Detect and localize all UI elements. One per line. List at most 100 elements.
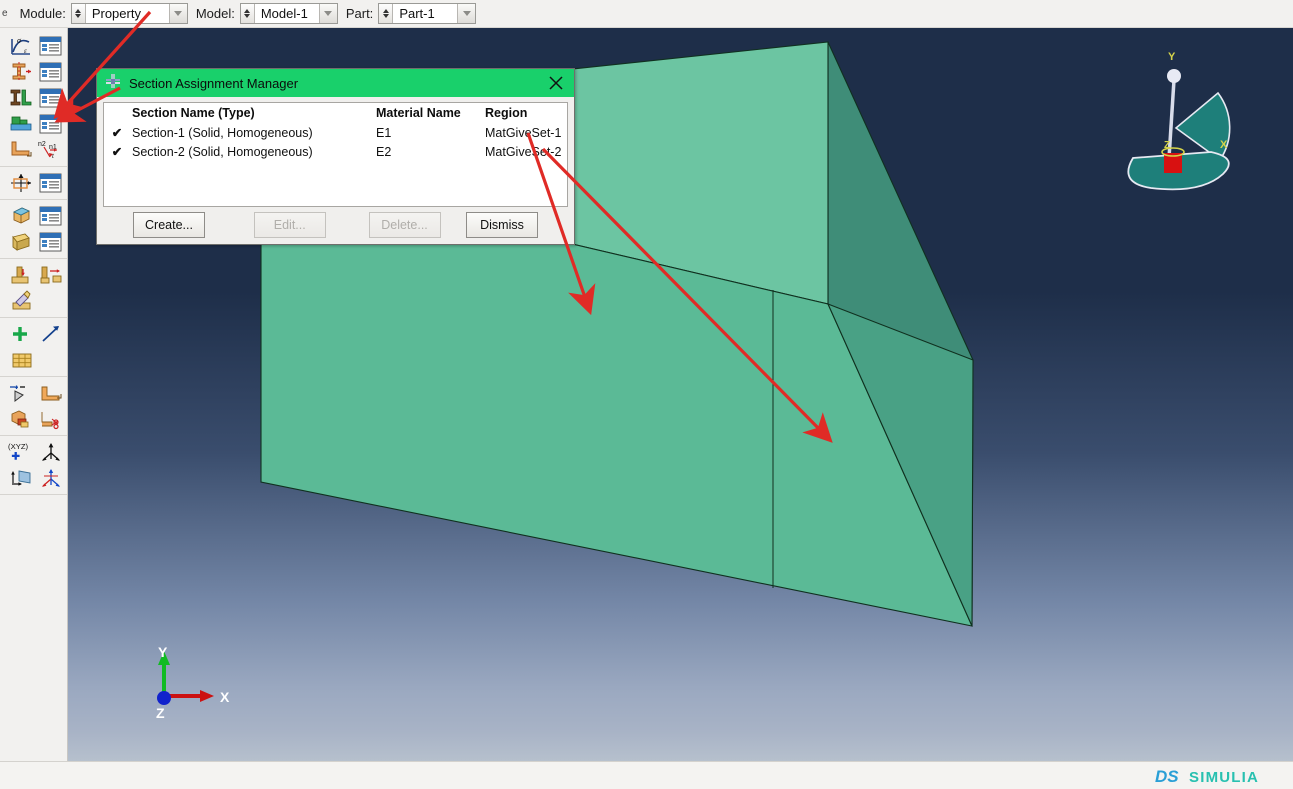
toolbox-group-material: σ ε n2 n1 t: [0, 30, 67, 167]
row-region[interactable]: MatGiveSet-1: [483, 123, 567, 142]
triad-label-z: Z: [156, 705, 165, 721]
toolbox-group-composite: [0, 167, 67, 200]
toolbox-group-inertia: [0, 259, 67, 318]
toolbox-group-datum: (XYZ): [0, 436, 67, 495]
chevron-down-icon[interactable]: [168, 4, 187, 23]
close-icon[interactable]: [547, 74, 565, 92]
header-check: [104, 103, 130, 123]
toolbox-row: [0, 111, 67, 137]
repair-geometry-icon[interactable]: [38, 407, 65, 432]
section-assignment-table: Section Name (Type) Material Name Region…: [104, 103, 567, 161]
table-row[interactable]: ✔ Section-2 (Solid, Homogeneous) E2 MatG…: [104, 142, 567, 161]
create-datum-point-xyz-icon[interactable]: (XYZ): [8, 440, 35, 465]
model-spinner[interactable]: [240, 4, 255, 23]
model-combobox[interactable]: Model-1: [239, 3, 338, 24]
create-material-icon[interactable]: σ ε: [8, 34, 35, 59]
table-row[interactable]: ✔ Section-1 (Solid, Homogeneous) E1 MatG…: [104, 123, 567, 142]
toolbox-row: [0, 465, 67, 491]
row-section-name[interactable]: Section-1 (Solid, Homogeneous): [130, 123, 374, 142]
widget-label-x: X: [1220, 139, 1228, 151]
section-manager-icon[interactable]: [38, 60, 65, 85]
row-region[interactable]: MatGiveSet-2: [483, 142, 567, 161]
model-selector-group: Model: Model-1: [196, 3, 338, 24]
header-section-name[interactable]: Section Name (Type): [130, 103, 374, 123]
part-spinner[interactable]: [379, 4, 394, 23]
view-orientation-widget: Y X Z: [1127, 51, 1231, 191]
part-value[interactable]: Part-1: [393, 4, 458, 23]
abaqus-dialog-icon: [105, 73, 121, 94]
header-material-name[interactable]: Material Name: [374, 103, 483, 123]
part-selector-group: Part: Part-1: [346, 3, 477, 24]
chevron-down-icon[interactable]: [318, 4, 337, 23]
toolbox-group-special: [0, 318, 67, 377]
toolbox-group-query: [0, 377, 67, 436]
query-information-icon[interactable]: [8, 381, 35, 406]
create-datum-plane-icon[interactable]: [8, 466, 35, 491]
svg-text:t: t: [52, 152, 55, 160]
toolbox-row: [0, 262, 67, 288]
widget-label-z: Z: [1164, 140, 1170, 151]
row-check-icon[interactable]: ✔: [104, 123, 130, 142]
toolbox-row: [0, 288, 67, 314]
composite-layup-manager-icon[interactable]: [38, 171, 65, 196]
toolbox-row: n2 n1 t: [0, 137, 67, 163]
section-assignment-list[interactable]: Section Name (Type) Material Name Region…: [103, 102, 568, 207]
module-spinner[interactable]: [71, 4, 86, 23]
create-button[interactable]: Create...: [133, 212, 205, 238]
chevron-down-icon[interactable]: [457, 4, 476, 23]
module-selector-group: Module: Property: [20, 3, 188, 24]
assign-normal-tangent-icon[interactable]: n2 n1 t: [38, 138, 65, 163]
toolbox-row: [0, 203, 67, 229]
context-bar: e Module: Property Model: Model-1 Part: …: [0, 0, 1293, 28]
create-skin-icon[interactable]: [8, 204, 35, 229]
toolbox-row: [0, 380, 67, 406]
toolbox-group-skin: [0, 200, 67, 259]
module-value[interactable]: Property: [85, 4, 169, 23]
part-combobox[interactable]: Part-1: [378, 3, 477, 24]
material-manager-icon[interactable]: [38, 34, 65, 59]
dialog-title: Section Assignment Manager: [129, 75, 299, 91]
edit-inertia-icon[interactable]: [8, 289, 35, 314]
triad-label-y: Y: [158, 644, 168, 660]
section-assignment-manager-icon[interactable]: [38, 86, 65, 111]
model-value[interactable]: Model-1: [254, 4, 319, 23]
row-material-name[interactable]: E2: [374, 142, 483, 161]
svg-text:ε: ε: [24, 47, 27, 55]
assign-element-type-icon[interactable]: [8, 407, 35, 432]
create-stringer-icon[interactable]: [8, 230, 35, 255]
assign-midsurface-icon[interactable]: [38, 381, 65, 406]
header-region[interactable]: Region: [483, 103, 567, 123]
assign-beam-orientation-icon[interactable]: [8, 138, 35, 163]
row-section-name[interactable]: Section-2 (Solid, Homogeneous): [130, 142, 374, 161]
create-datum-axis-icon[interactable]: [38, 322, 65, 347]
table-header-row: Section Name (Type) Material Name Region: [104, 103, 567, 123]
triad-label-x: X: [220, 689, 230, 705]
create-datum-csys-icon[interactable]: [38, 440, 64, 465]
create-point-icon[interactable]: [8, 322, 35, 347]
dismiss-button[interactable]: Dismiss: [466, 212, 538, 238]
abaqus-cae-window: e Module: Property Model: Model-1 Part: …: [0, 0, 1293, 789]
toolbox-row: [0, 229, 67, 255]
model-label: Model:: [195, 6, 235, 21]
svg-text:n2: n2: [38, 141, 46, 148]
create-partition-icon[interactable]: [8, 348, 35, 373]
toolbox-row: [0, 321, 67, 347]
create-composite-layup-icon[interactable]: [8, 171, 35, 196]
create-profile-icon[interactable]: [8, 112, 35, 137]
dialog-title-bar[interactable]: Section Assignment Manager: [97, 69, 574, 97]
row-check-icon[interactable]: ✔: [104, 142, 130, 161]
stringer-manager-icon[interactable]: [38, 230, 65, 255]
logo-text: SIMULIA: [1189, 769, 1259, 786]
section-assignment-manager-dialog[interactable]: Section Assignment Manager Section Name …: [96, 68, 575, 245]
assign-inertia-icon[interactable]: [38, 263, 65, 288]
row-material-name[interactable]: E1: [374, 123, 483, 142]
simulia-logo: DS SIMULIA: [1155, 764, 1285, 788]
assign-section-icon[interactable]: [8, 86, 35, 111]
skin-manager-icon[interactable]: [38, 204, 65, 229]
create-section-icon[interactable]: [8, 60, 35, 85]
module-combobox[interactable]: Property: [70, 3, 188, 24]
create-datum-csys-3point-icon[interactable]: [38, 466, 65, 491]
profile-manager-icon[interactable]: [38, 112, 65, 137]
window-edge-label: e: [2, 8, 8, 19]
create-inertia-icon[interactable]: [8, 263, 35, 288]
